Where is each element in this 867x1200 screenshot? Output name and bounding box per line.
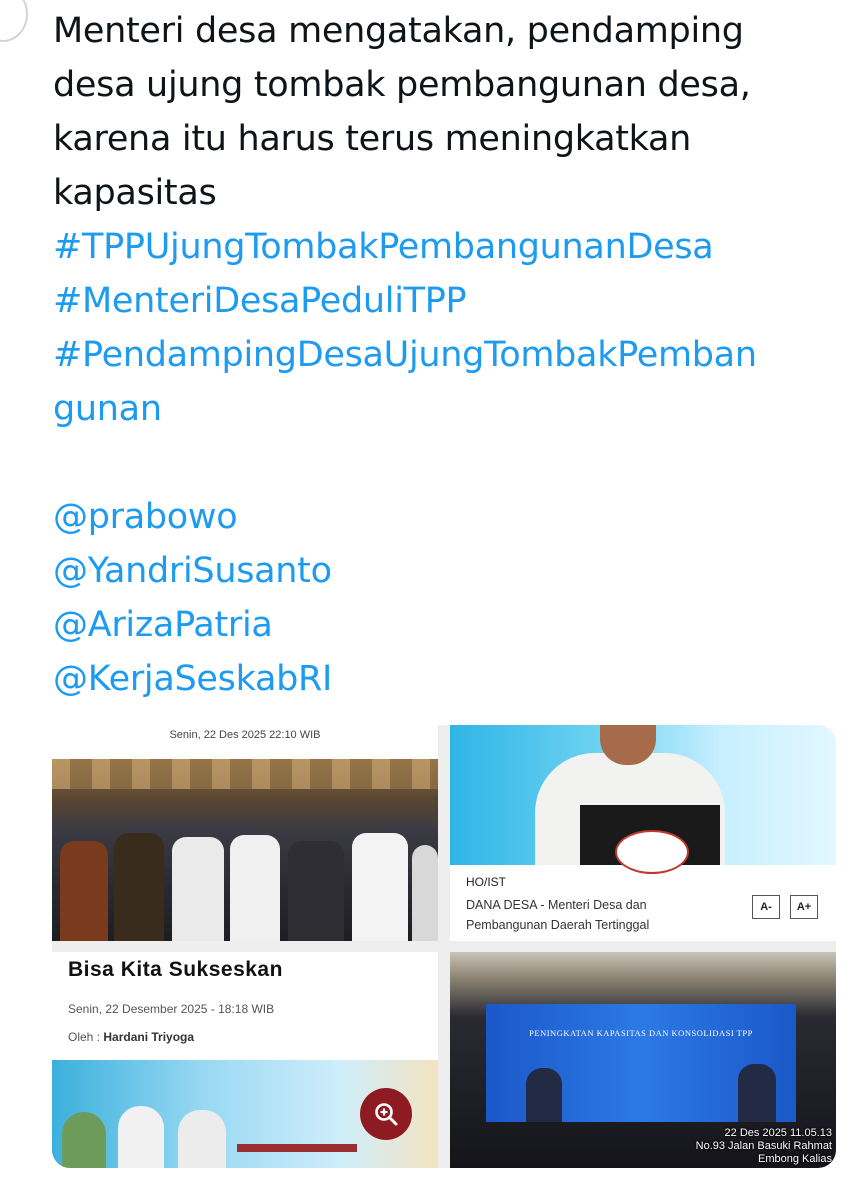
media-grid: Senin, 22 Des 2025 22:10 WIB HO/IST DANA… bbox=[52, 725, 836, 1168]
media-photo-2[interactable]: HO/IST DANA DESA - Menteri Desa dan Pemb… bbox=[450, 725, 836, 941]
person bbox=[352, 833, 408, 941]
screen-title: PENINGKATAN KAPASITAS DAN KONSOLIDASI TP… bbox=[529, 1028, 753, 1038]
person bbox=[118, 1106, 164, 1168]
person bbox=[178, 1110, 226, 1168]
person bbox=[288, 841, 344, 941]
photo-caption: DANA DESA - Menteri Desa dan Pembangunan… bbox=[466, 895, 726, 935]
media-photo-3[interactable]: Bisa Kita Sukseskan Senin, 22 Desember 2… bbox=[52, 952, 438, 1168]
hashtag-link[interactable]: #TPPUjungTombakPembangunanDesa bbox=[53, 220, 853, 274]
avatar[interactable] bbox=[0, 0, 28, 42]
stamp-line: No.93 Jalan Basuki Rahmat bbox=[695, 1140, 832, 1152]
zoom-button[interactable] bbox=[360, 1088, 412, 1140]
font-increase-button[interactable]: A+ bbox=[790, 895, 818, 919]
author-label: Oleh : bbox=[68, 1030, 101, 1044]
tweet-text: Menteri desa mengatakan, pendamping desa… bbox=[53, 4, 853, 706]
projection-screen bbox=[486, 1004, 796, 1122]
hashtag-link[interactable]: #PendampingDesaUjungTombakPemban bbox=[53, 328, 853, 382]
article-author: Oleh : Hardani Triyoga bbox=[68, 1030, 194, 1044]
mention-link[interactable]: @KerjaSeskabRI bbox=[53, 652, 853, 706]
person bbox=[60, 841, 108, 941]
podium-logo bbox=[615, 830, 689, 874]
person bbox=[172, 837, 224, 941]
stage-photo bbox=[450, 725, 836, 874]
media-photo-1[interactable]: Senin, 22 Des 2025 22:10 WIB bbox=[52, 725, 438, 941]
person bbox=[114, 833, 164, 941]
font-decrease-button[interactable]: A- bbox=[752, 895, 780, 919]
ceiling-lights bbox=[52, 759, 438, 789]
ribbon bbox=[237, 1144, 357, 1152]
hashtag-link-continued[interactable]: gunan bbox=[53, 382, 853, 436]
mention-link[interactable]: @ArizaPatria bbox=[53, 598, 853, 652]
mention-link[interactable]: @YandriSusanto bbox=[53, 544, 853, 598]
zoom-in-icon bbox=[375, 1103, 398, 1126]
person bbox=[62, 1112, 106, 1168]
author-name: Hardani Triyoga bbox=[103, 1030, 195, 1044]
tweet-line: karena itu harus terus meningkatkan bbox=[53, 119, 692, 159]
photo-dateline: Senin, 22 Des 2025 22:10 WIB bbox=[169, 729, 321, 741]
person-on-screen bbox=[738, 1064, 776, 1122]
hashtag-link[interactable]: #MenteriDesaPeduliTPP bbox=[53, 274, 853, 328]
article-headline: Bisa Kita Sukseskan bbox=[68, 958, 283, 981]
tweet-line: kapasitas bbox=[53, 173, 217, 213]
photo-timestamp: 22 Des 2025 11.05.13 No.93 Jalan Basuki … bbox=[696, 1127, 832, 1166]
person-on-screen bbox=[526, 1068, 562, 1122]
person bbox=[412, 845, 438, 941]
tweet-line: desa ujung tombak pembangunan desa, bbox=[53, 65, 751, 105]
stamp-line: 22 Des 2025 11.05.13 bbox=[724, 1127, 832, 1139]
mention-link[interactable]: @prabowo bbox=[53, 490, 853, 544]
article-date: Senin, 22 Desember 2025 - 18:18 WIB bbox=[68, 1002, 275, 1016]
stamp-line: Embong Kalias bbox=[758, 1153, 832, 1165]
tweet-line: Menteri desa mengatakan, pendamping bbox=[53, 11, 744, 51]
person bbox=[230, 835, 280, 941]
caption-line: DANA DESA - Menteri Desa dan bbox=[466, 898, 647, 912]
caption-line: Pembangunan Daerah Tertinggal bbox=[466, 918, 650, 932]
photo-source: HO/IST bbox=[466, 875, 507, 889]
crowd-photo bbox=[52, 759, 438, 941]
media-photo-4[interactable]: PENINGKATAN KAPASITAS DAN KONSOLIDASI TP… bbox=[450, 952, 836, 1168]
